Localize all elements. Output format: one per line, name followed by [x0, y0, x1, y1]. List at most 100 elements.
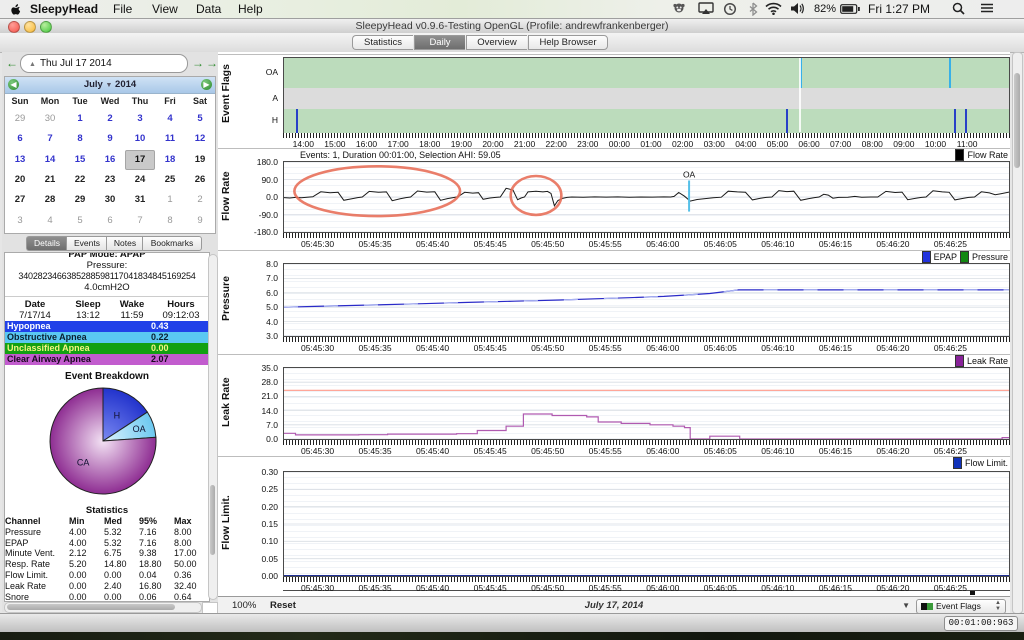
next-day-button[interactable]: → — [192, 56, 204, 70]
calendar-day-7[interactable]: 7 — [125, 211, 155, 231]
volume-icon[interactable] — [790, 2, 805, 15]
plot-leak[interactable] — [283, 367, 1010, 440]
menu-app-name[interactable]: SleepyHead — [30, 1, 98, 17]
calendar-day-2[interactable]: 2 — [185, 190, 215, 210]
calendar-day-13[interactable]: 13 — [5, 150, 35, 170]
calendar-day-29[interactable]: 29 — [5, 109, 35, 129]
event-mark-H[interactable] — [954, 109, 956, 133]
charts-vscroll-thumb[interactable] — [1014, 73, 1020, 168]
calendar-day-26[interactable]: 26 — [185, 170, 215, 190]
detail-tab-bookmarks[interactable]: Bookmarks — [142, 236, 202, 251]
calendar-day-6[interactable]: 6 — [5, 129, 35, 149]
prev-day-button[interactable]: ← — [6, 56, 18, 70]
bluetooth-icon[interactable] — [748, 2, 758, 16]
calendar-day-16[interactable]: 16 — [95, 150, 125, 170]
calendar-day-19[interactable]: 19 — [185, 150, 215, 170]
calendar-day-22[interactable]: 22 — [65, 170, 95, 190]
event-mark-H[interactable] — [965, 109, 967, 133]
calendar-day-2[interactable]: 2 — [95, 109, 125, 129]
calendar-day-1[interactable]: 1 — [155, 190, 185, 210]
tab-statistics[interactable]: Statistics — [352, 35, 413, 50]
apple-icon[interactable] — [10, 3, 22, 16]
menu-file[interactable]: File — [113, 1, 132, 17]
graph-select-dropdown[interactable]: Event Flags ▲▼ — [916, 599, 1006, 614]
charts-vertical-scrollbar[interactable] — [1012, 52, 1023, 614]
menu-view[interactable]: View — [152, 1, 178, 17]
calendar-day-28[interactable]: 28 — [35, 190, 65, 210]
calendar-day-3[interactable]: 3 — [5, 211, 35, 231]
x-label-05:46:10: 05:46:10 — [761, 583, 794, 593]
calendar-day-20[interactable]: 20 — [5, 170, 35, 190]
plot-flags[interactable] — [283, 57, 1010, 133]
calendar-day-27[interactable]: 27 — [5, 190, 35, 210]
calendar-day-29[interactable]: 29 — [65, 190, 95, 210]
event-mark-OA[interactable] — [949, 58, 951, 88]
event-mark-H[interactable] — [786, 109, 788, 133]
pin-toggle-icon[interactable]: ▼ — [902, 601, 910, 610]
calendar-day-4[interactable]: 4 — [35, 211, 65, 231]
chart-section-flow: Flow RateEvents: 1, Duration 00:01:00, S… — [218, 148, 1010, 250]
calendar-day-21[interactable]: 21 — [35, 170, 65, 190]
menu-data[interactable]: Data — [196, 1, 221, 17]
calendar-day-11[interactable]: 11 — [155, 129, 185, 149]
calendar-day-5[interactable]: 5 — [185, 109, 215, 129]
x-label-05:46:10: 05:46:10 — [761, 343, 794, 353]
x-label-05:45:55: 05:45:55 — [589, 239, 622, 249]
stats-cell: Snore — [5, 592, 69, 602]
calendar-day-9[interactable]: 9 — [95, 129, 125, 149]
calendar-day-24[interactable]: 24 — [125, 170, 155, 190]
detail-tab-events[interactable]: Events — [66, 236, 107, 251]
calendar-day-6[interactable]: 6 — [95, 211, 125, 231]
calendar-day-17[interactable]: 17 — [125, 150, 155, 170]
detail-tab-notes[interactable]: Notes — [106, 236, 143, 251]
y-label-flowlimit: 0.00 — [234, 571, 278, 581]
details-horizontal-scrollbar[interactable] — [4, 602, 202, 613]
calendar-day-10[interactable]: 10 — [125, 129, 155, 149]
calendar-day-5[interactable]: 5 — [65, 211, 95, 231]
plot-pressure[interactable] — [283, 263, 1010, 337]
tab-help-browser[interactable]: Help Browser — [528, 35, 608, 50]
next-month-button[interactable]: ▶ — [201, 79, 212, 90]
calendar-day-15[interactable]: 15 — [65, 150, 95, 170]
airplay-icon[interactable] — [698, 2, 714, 15]
x-tick-strip — [283, 233, 1010, 238]
plot-flowlimit[interactable] — [283, 471, 1010, 577]
calendar-day-12[interactable]: 12 — [185, 129, 215, 149]
time-machine-icon[interactable] — [723, 2, 737, 16]
calendar-day-31[interactable]: 31 — [125, 190, 155, 210]
menu-clock[interactable]: Fri 1:27 PM — [868, 1, 930, 17]
details-vertical-scrollbar[interactable] — [208, 254, 218, 600]
session-value: 09:12:03 — [153, 310, 209, 321]
details-vscroll-thumb[interactable] — [210, 485, 215, 555]
calendar-day-7[interactable]: 7 — [35, 129, 65, 149]
y-label-flow: -180.0 — [234, 227, 278, 237]
calendar-day-30[interactable]: 30 — [95, 190, 125, 210]
calendar-day-4[interactable]: 4 — [155, 109, 185, 129]
date-combo[interactable]: ▲Thu Jul 17 2014 — [20, 54, 188, 73]
app-status-icon[interactable] — [672, 2, 686, 16]
calendar-day-8[interactable]: 8 — [155, 211, 185, 231]
calendar-month-year[interactable]: July ▼ 2014 — [5, 77, 215, 94]
y-label-flow: 90.0 — [234, 175, 278, 185]
event-row-label: Clear Airway Apnea — [5, 354, 151, 365]
calendar-day-3[interactable]: 3 — [125, 109, 155, 129]
stats-cell: 2.40 — [104, 581, 139, 592]
plot-flow[interactable]: OA — [283, 161, 1010, 233]
calendar-day-18[interactable]: 18 — [155, 150, 185, 170]
calendar-day-23[interactable]: 23 — [95, 170, 125, 190]
tab-overview[interactable]: Overview — [466, 35, 527, 50]
calendar-day-9[interactable]: 9 — [185, 211, 215, 231]
calendar-day-14[interactable]: 14 — [35, 150, 65, 170]
calendar-day-30[interactable]: 30 — [35, 109, 65, 129]
menu-help[interactable]: Help — [238, 1, 263, 17]
spotlight-icon[interactable] — [952, 2, 965, 15]
event-mark-H[interactable] — [296, 109, 298, 133]
calendar-day-8[interactable]: 8 — [65, 129, 95, 149]
calendar-day-25[interactable]: 25 — [155, 170, 185, 190]
detail-tab-details[interactable]: Details — [26, 236, 67, 251]
notification-center-icon[interactable] — [980, 2, 994, 14]
tab-daily[interactable]: Daily — [414, 35, 465, 50]
wifi-icon[interactable] — [765, 2, 782, 15]
calendar-day-1[interactable]: 1 — [65, 109, 95, 129]
details-hscroll-thumb[interactable] — [7, 604, 175, 610]
